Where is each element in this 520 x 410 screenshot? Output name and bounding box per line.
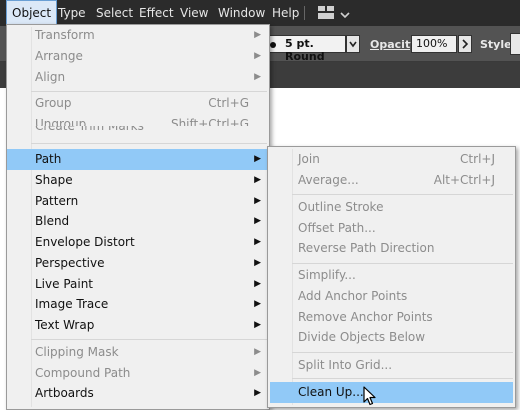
chevron-down-icon[interactable]: [340, 8, 350, 22]
menu-item-ungroup[interactable]: Ungroup Shift+Ctrl+G: [7, 114, 269, 126]
menu-separator: [31, 91, 267, 92]
submenu-arrow-icon: ▶: [254, 388, 261, 398]
menu-type[interactable]: Type: [53, 0, 91, 26]
menu-item-reverse-path-direction[interactable]: Reverse Path Direction: [268, 238, 515, 259]
submenu-arrow-icon: ▶: [254, 216, 261, 226]
menu-item-path[interactable]: Path ▶: [7, 149, 269, 170]
workspace-layout-icon[interactable]: [318, 6, 334, 19]
menu-separator: [292, 194, 513, 195]
menubar-divider: [304, 6, 305, 20]
menu-separator: [292, 378, 513, 379]
menu-item-outline-stroke[interactable]: Outline Stroke: [268, 197, 515, 218]
menu-help[interactable]: Help: [267, 0, 304, 26]
menu-separator: [292, 263, 513, 264]
brush-dot-icon: [270, 42, 276, 48]
submenu-arrow-icon: ▶: [254, 154, 261, 164]
menu-item-group[interactable]: Group Ctrl+G: [7, 93, 269, 114]
menu-item-split-into-grid[interactable]: Split Into Grid...: [268, 355, 515, 376]
menu-separator: [31, 339, 267, 340]
menu-item-clipping-mask[interactable]: Clipping Mask ▶: [7, 342, 269, 363]
menu-item-arrange[interactable]: Arrange ▶: [7, 46, 269, 67]
menu-object[interactable]: Object: [6, 0, 58, 26]
menu-separator: [31, 143, 267, 144]
stroke-profile-dropdown-button[interactable]: [346, 35, 360, 53]
submenu-arrow-icon: ▶: [254, 320, 261, 330]
opacity-input[interactable]: 100%: [411, 35, 457, 53]
submenu-arrow-icon: ▶: [254, 237, 261, 247]
menu-item-envelope-distort[interactable]: Envelope Distort ▶: [7, 232, 269, 253]
menu-view[interactable]: View: [175, 0, 213, 26]
menu-item-shape[interactable]: Shape ▶: [7, 170, 269, 191]
menu-item-perspective[interactable]: Perspective ▶: [7, 253, 269, 274]
menu-item-offset-path[interactable]: Offset Path...: [268, 218, 515, 239]
menu-item-add-anchor-points[interactable]: Add Anchor Points: [268, 286, 515, 307]
submenu-arrow-icon: ▶: [254, 279, 261, 289]
menu-item-artboards[interactable]: Artboards ▶: [7, 383, 269, 404]
submenu-arrow-icon: ▶: [254, 51, 261, 61]
opacity-flyout-button[interactable]: [458, 35, 472, 53]
menu-item-average[interactable]: Average... Alt+Ctrl+J: [268, 170, 515, 191]
submenu-arrow-icon: ▶: [254, 368, 261, 378]
graphic-style-swatch[interactable]: [510, 33, 520, 55]
submenu-arrow-icon: ▶: [254, 30, 261, 40]
menu-bar: Object Type Select Effect View Window He…: [0, 0, 520, 26]
menu-item-text-wrap[interactable]: Text Wrap ▶: [7, 315, 269, 336]
menu-select[interactable]: Select: [91, 0, 138, 26]
object-menu: Transform ▶ Arrange ▶ Align ▶ Group Ctrl…: [6, 24, 270, 410]
menu-item-compound-path[interactable]: Compound Path ▶: [7, 363, 269, 384]
stroke-profile-value: 5 pt. Round: [285, 37, 325, 63]
path-submenu: Join Ctrl+J Average... Alt+Ctrl+J Outlin…: [267, 146, 516, 408]
submenu-arrow-icon: ▶: [254, 258, 261, 268]
mouse-pointer-icon: [363, 386, 377, 406]
submenu-arrow-icon: ▶: [254, 299, 261, 309]
submenu-arrow-icon: ▶: [254, 347, 261, 357]
submenu-arrow-icon: ▶: [254, 175, 261, 185]
menu-item-align[interactable]: Align ▶: [7, 67, 269, 88]
menu-item-join[interactable]: Join Ctrl+J: [268, 149, 515, 170]
menu-item-blend[interactable]: Blend ▶: [7, 211, 269, 232]
menu-item-remove-anchor-points[interactable]: Remove Anchor Points: [268, 307, 515, 328]
menu-item-create-trim-marks[interactable]: Create Trim Marks: [7, 126, 269, 139]
menu-item-transform[interactable]: Transform ▶: [7, 25, 269, 46]
menu-item-pattern[interactable]: Pattern ▶: [7, 191, 269, 212]
submenu-arrow-icon: ▶: [254, 72, 261, 82]
menu-item-image-trace[interactable]: Image Trace ▶: [7, 294, 269, 315]
menu-item-divide-objects-below[interactable]: Divide Objects Below: [268, 327, 515, 348]
menu-separator: [292, 352, 513, 353]
menu-window[interactable]: Window: [213, 0, 270, 26]
menu-item-clean-up[interactable]: Clean Up...: [270, 382, 513, 403]
menu-item-live-paint[interactable]: Live Paint ▶: [7, 274, 269, 295]
menu-effect[interactable]: Effect: [134, 0, 179, 26]
stroke-profile-dropdown[interactable]: 5 pt. Round: [264, 35, 346, 63]
menu-item-simplify[interactable]: Simplify...: [268, 265, 515, 286]
submenu-arrow-icon: ▶: [254, 196, 261, 206]
